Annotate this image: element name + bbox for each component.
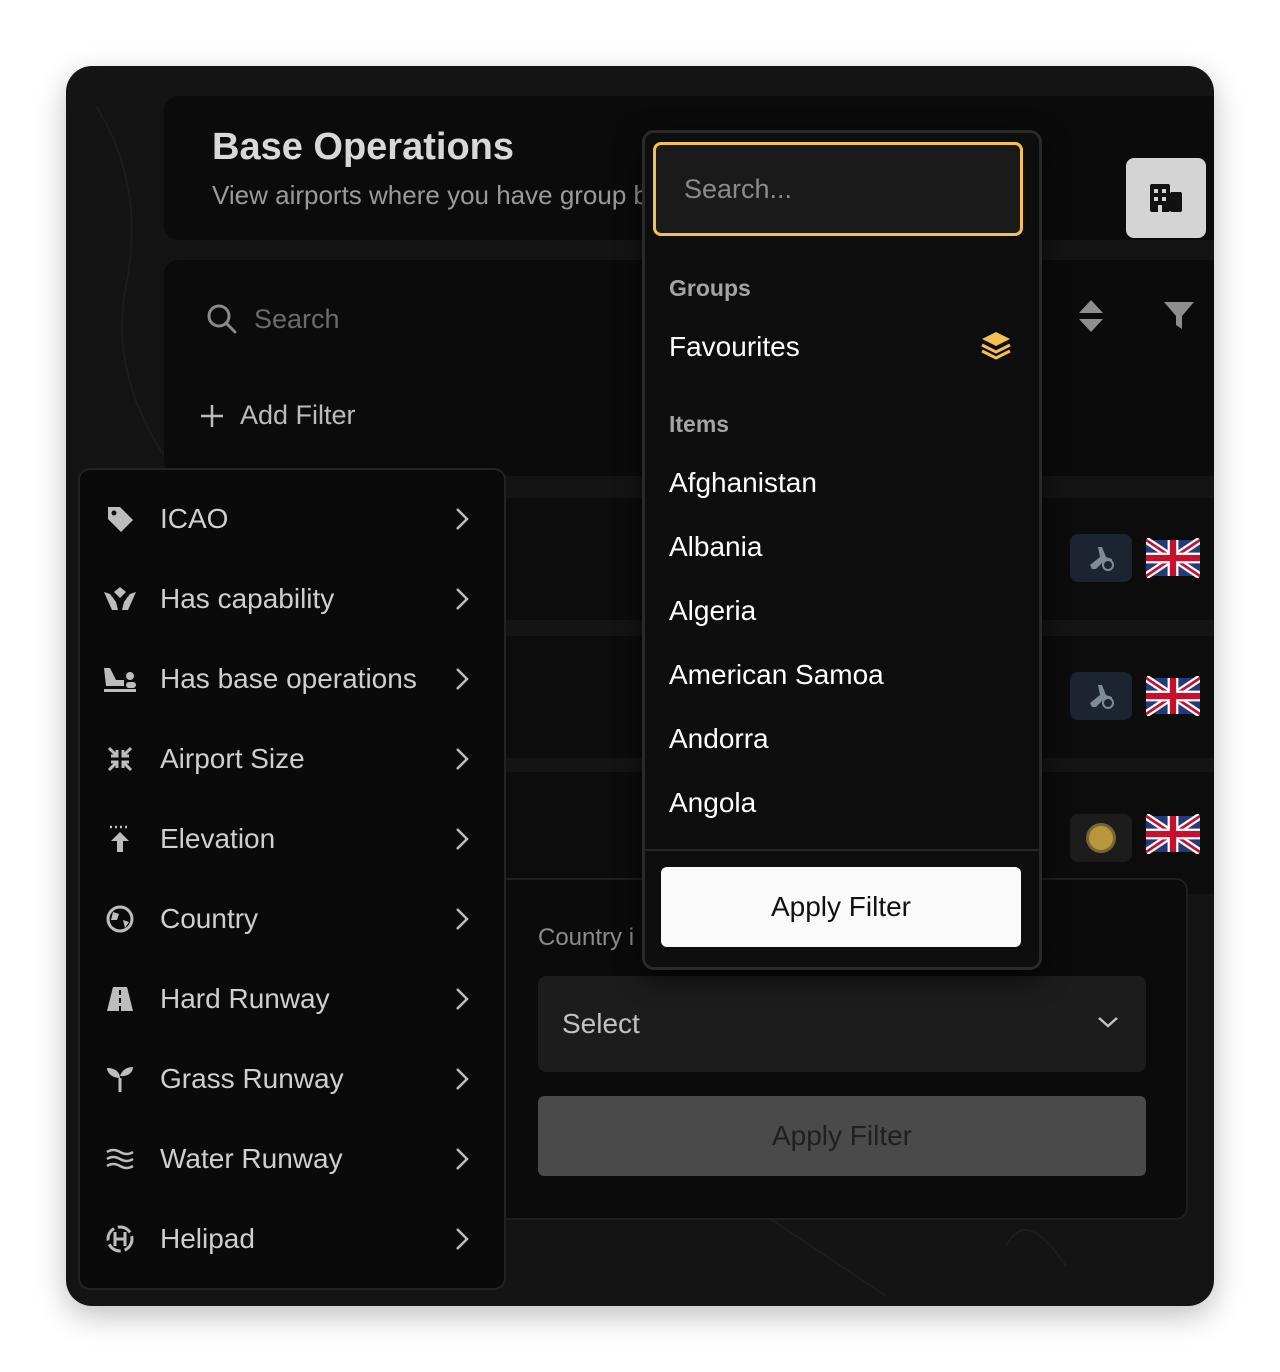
hands-capability-icon xyxy=(102,581,138,617)
dropdown-item[interactable]: Andorra xyxy=(669,723,769,755)
tag-icon xyxy=(102,501,138,537)
plus-icon xyxy=(201,404,223,427)
dropdown-group-favourites[interactable]: Favourites xyxy=(669,331,800,363)
elevation-arrow-icon xyxy=(102,821,138,857)
country-select[interactable]: Select xyxy=(538,976,1146,1072)
building-icon xyxy=(1150,184,1182,212)
filter-option-airport-size[interactable]: Airport Size xyxy=(80,719,504,799)
funnel-icon[interactable] xyxy=(1162,298,1196,332)
filter-option-label: Has capability xyxy=(160,583,335,614)
filter-option-has-capability[interactable]: Has capability xyxy=(80,559,504,639)
dropdown-search-input[interactable]: Search... xyxy=(653,142,1023,236)
search-icon xyxy=(207,304,237,334)
plane-clock-icon xyxy=(1090,547,1114,571)
filter-option-country[interactable]: Country xyxy=(80,879,504,959)
items-heading: Items xyxy=(669,411,730,437)
filter-option-label: Helipad xyxy=(160,1223,255,1254)
chevron-right-icon xyxy=(456,1148,469,1170)
uk-flag-icon xyxy=(1146,538,1200,578)
chevron-right-icon xyxy=(456,1228,469,1250)
chevron-right-icon xyxy=(456,1068,469,1090)
filter-option-grass-runway[interactable]: Grass Runway xyxy=(80,1039,504,1119)
dropdown-item[interactable]: Albania xyxy=(669,531,762,563)
dropdown-item[interactable]: Algeria xyxy=(669,595,756,627)
plane-clock-icon xyxy=(1090,685,1114,709)
filter-option-elevation[interactable]: Elevation xyxy=(80,799,504,879)
chevron-right-icon xyxy=(456,508,469,530)
filter-option-label: ICAO xyxy=(160,503,229,534)
uk-flag-icon xyxy=(1146,814,1200,854)
filter-option-hard-runway[interactable]: Hard Runway xyxy=(80,959,504,1039)
road-icon xyxy=(102,981,138,1017)
page-title: Base Operations xyxy=(212,126,514,168)
gold-coin-icon xyxy=(1086,823,1116,853)
chevron-down-icon xyxy=(1098,1017,1118,1028)
uk-flag-icon xyxy=(1146,676,1200,716)
chevron-right-icon xyxy=(456,668,469,690)
dropdown-search-placeholder: Search... xyxy=(684,173,793,204)
filter-option-label: Water Runway xyxy=(160,1143,343,1174)
filter-option-water-runway[interactable]: Water Runway xyxy=(80,1119,504,1199)
search-placeholder: Search xyxy=(254,303,340,334)
dropdown-divider xyxy=(645,849,1039,851)
filter-option-label: Country xyxy=(160,903,259,934)
filter-option-label: Has base operations xyxy=(160,663,417,694)
filter-option-label: Airport Size xyxy=(160,743,305,774)
dropdown-item[interactable]: Angola xyxy=(669,787,756,819)
helipad-icon xyxy=(102,1221,138,1257)
filter-option-has-base-operations[interactable]: Has base operations xyxy=(80,639,504,719)
country-dropdown: Search... Groups Favourites Items Afghan… xyxy=(642,130,1042,970)
chevron-right-icon xyxy=(456,988,469,1010)
country-filter-label: Country i xyxy=(538,924,635,951)
chevron-right-icon xyxy=(456,748,469,770)
filter-option-label: Grass Runway xyxy=(160,1063,344,1094)
row-status-badge xyxy=(1070,534,1132,582)
row-status-badge xyxy=(1070,672,1132,720)
dropdown-item[interactable]: Afghanistan xyxy=(669,467,817,499)
view-toggle-bases[interactable] xyxy=(1126,158,1206,238)
sprout-icon xyxy=(102,1061,138,1097)
filter-type-menu: ICAO Has capability Has base operations … xyxy=(78,468,506,1290)
filter-option-label: Elevation xyxy=(160,823,276,854)
sort-icon[interactable] xyxy=(1076,298,1106,334)
water-icon xyxy=(102,1141,138,1177)
apply-filter-button[interactable]: Apply Filter xyxy=(661,867,1021,947)
filter-option-label: Hard Runway xyxy=(160,983,330,1014)
dropdown-item[interactable]: American Samoa xyxy=(669,659,884,691)
globe-icon xyxy=(102,901,138,937)
app-window: Base Operations View airports where you … xyxy=(66,66,1214,1306)
layers-icon xyxy=(981,332,1011,360)
add-filter-button[interactable]: Add Filter xyxy=(198,400,356,431)
row-status-badge xyxy=(1070,814,1132,862)
base-operations-icon xyxy=(102,661,138,697)
chevron-right-icon xyxy=(456,908,469,930)
filter-option-helipad[interactable]: Helipad xyxy=(80,1199,504,1279)
groups-heading: Groups xyxy=(669,275,751,301)
filter-option-icao[interactable]: ICAO xyxy=(80,479,504,559)
apply-filter-button-disabled[interactable]: Apply Filter xyxy=(538,1096,1146,1176)
chevron-right-icon xyxy=(456,588,469,610)
chevron-right-icon xyxy=(456,828,469,850)
country-select-value: Select xyxy=(562,1008,640,1039)
add-filter-label: Add Filter xyxy=(240,400,356,430)
compress-icon xyxy=(102,741,138,777)
